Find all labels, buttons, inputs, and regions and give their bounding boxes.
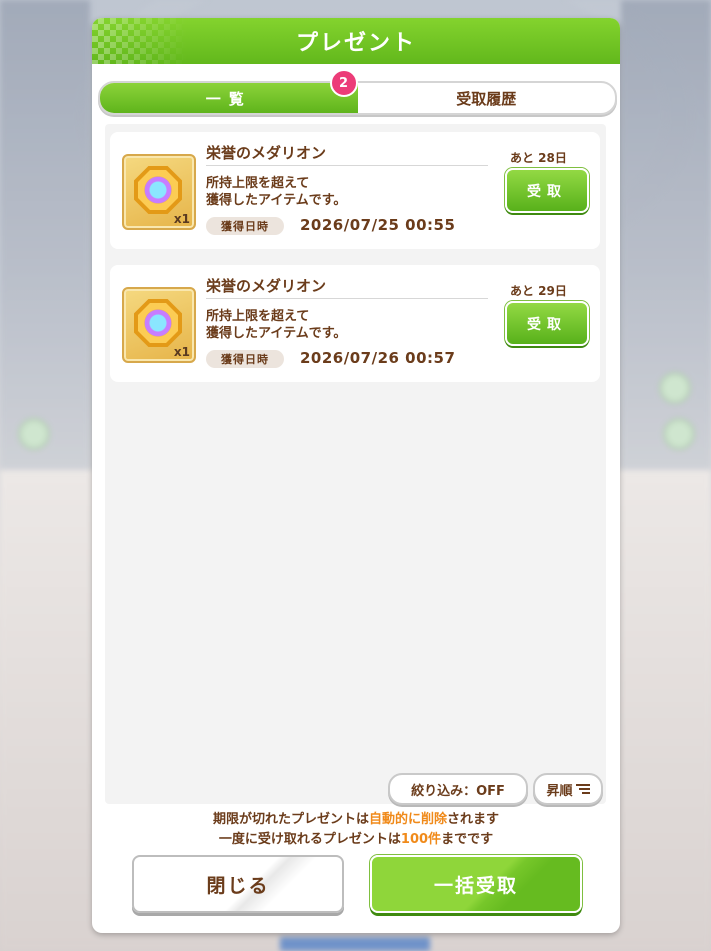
notice-text-part: されます — [447, 812, 500, 827]
notice-highlight: 100件 — [400, 832, 442, 847]
header-pattern — [92, 18, 187, 64]
notice-line-2: 一度に受け取れるプレゼントは100件までです — [92, 830, 620, 850]
item-name: 栄誉のメダリオン — [206, 144, 327, 162]
tab-list[interactable]: 一覧 2 — [100, 69, 358, 113]
item-name: 栄誉のメダリオン — [206, 277, 327, 295]
filter-label: 絞り込み：OFF — [411, 783, 505, 799]
item-description: 所持上限を超えて 獲得したアイテムです。 — [206, 176, 347, 208]
item-quantity: x1 — [173, 212, 190, 226]
divider — [206, 298, 488, 299]
item-date: 2026/07/26 00:57 — [300, 349, 456, 367]
present-list[interactable]: x1 栄誉のメダリオン 所持上限を超えて 獲得したアイテムです。 獲得日時 20… — [105, 124, 606, 804]
list-item: x1 栄誉のメダリオン 所持上限を超えて 獲得したアイテムです。 獲得日時 20… — [110, 265, 600, 382]
present-dialog: プレゼント 一覧 2 受取履歴 x1 栄誉のメダリオン 所持上限を超えて 獲得し… — [92, 18, 620, 933]
receive-button[interactable]: 受取 — [505, 301, 589, 346]
notice-line-1: 期限が切れたプレゼントは自動的に削除されます — [92, 810, 620, 830]
medallion-icon: x1 — [122, 287, 196, 363]
remaining-days: あと 28日 — [510, 151, 567, 165]
close-button[interactable]: 閉じる — [132, 855, 344, 913]
dialog-title: プレゼント — [295, 31, 416, 56]
medallion-icon: x1 — [122, 154, 196, 230]
receive-button[interactable]: 受取 — [505, 168, 589, 213]
list-item: x1 栄誉のメダリオン 所持上限を超えて 獲得したアイテムです。 獲得日時 20… — [110, 132, 600, 249]
notice-text-part: 一度に受け取れるプレゼントは — [218, 832, 401, 847]
dialog-header: プレゼント — [92, 18, 620, 64]
count-badge: 2 — [329, 69, 358, 97]
remaining-days: あと 29日 — [510, 284, 567, 298]
tab-history-label: 受取履歴 — [456, 89, 517, 108]
filter-button[interactable]: 絞り込み：OFF — [388, 773, 528, 805]
tab-bar: 一覧 2 受取履歴 — [98, 69, 617, 115]
date-label: 獲得日時 — [206, 350, 284, 368]
tab-history[interactable]: 受取履歴 — [358, 83, 616, 113]
notice-text-part: 期限が切れたプレゼントは — [212, 812, 369, 827]
item-description: 所持上限を超えて 獲得したアイテムです。 — [206, 309, 347, 341]
notice-text-part: までです — [441, 832, 494, 847]
receive-all-button[interactable]: 一括受取 — [370, 855, 582, 913]
divider — [206, 165, 488, 166]
sort-label: 昇順 — [546, 783, 573, 799]
sort-icon — [575, 783, 590, 795]
date-label: 獲得日時 — [206, 217, 284, 235]
sort-button[interactable]: 昇順 — [533, 773, 603, 805]
notice-text: 期限が切れたプレゼントは自動的に削除されます 一度に受け取れるプレゼントは100… — [92, 810, 620, 850]
notice-highlight: 自動的に削除 — [368, 812, 447, 827]
item-date: 2026/07/25 00:55 — [300, 216, 456, 234]
tab-list-label: 一覧 — [205, 89, 252, 108]
item-quantity: x1 — [173, 345, 190, 359]
